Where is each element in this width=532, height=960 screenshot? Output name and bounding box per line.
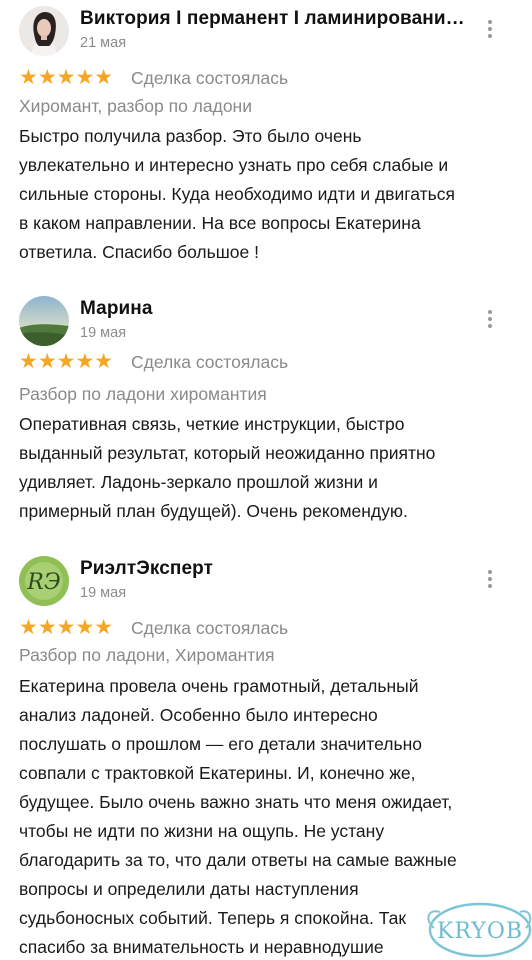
deal-status: Сделка состоялась	[131, 352, 289, 372]
watermark-logo: KRYOB	[420, 890, 532, 960]
star-rating: ★★★★★	[19, 350, 114, 373]
rating-row: ★★★★★ Сделка состоялась	[19, 66, 499, 90]
service-name: Хиромант, разбор по ладони	[19, 96, 252, 116]
svg-text:RЭ: RЭ	[26, 570, 60, 595]
reviewer-name[interactable]: Виктория I перманент I ламинировани…	[80, 8, 465, 30]
review-text: Быстро получила разбор. Это было очень у…	[19, 126, 455, 262]
more-options-icon[interactable]	[482, 20, 498, 42]
star-rating: ★★★★★	[19, 616, 114, 639]
reviewer-name[interactable]: РиэлтЭксперт	[80, 558, 213, 580]
review-date: 19 мая	[80, 585, 127, 601]
avatar[interactable]: RЭ	[19, 556, 69, 606]
service-name: Разбор по ладони, Хиромантия	[19, 645, 275, 665]
woman-portrait-icon	[19, 6, 69, 56]
rating-row: ★★★★★ Сделка состоялась	[19, 350, 499, 374]
review-header: RЭ РиэлтЭксперт 19 мая	[0, 550, 532, 612]
review-header: Марина 19 мая	[0, 290, 532, 352]
avatar[interactable]	[19, 296, 69, 346]
landscape-icon	[19, 296, 69, 346]
review-text: Оперативная связь, четкие инструкции, бы…	[19, 414, 436, 521]
review-header: Виктория I перманент I ламинировани… 21 …	[0, 0, 532, 62]
service-name: Разбор по ладони хиромантия	[19, 384, 267, 404]
monogram-logo-icon: RЭ	[19, 556, 69, 606]
review-date: 19 мая	[80, 325, 127, 341]
deal-status: Сделка состоялась	[131, 618, 289, 638]
star-rating: ★★★★★	[19, 66, 114, 89]
more-options-icon[interactable]	[482, 570, 498, 592]
more-options-icon[interactable]	[482, 310, 498, 332]
watermark-text: KRYOB	[437, 919, 523, 944]
reviewer-name[interactable]: Марина	[80, 298, 153, 320]
review-date: 21 мая	[80, 35, 127, 51]
rating-row: ★★★★★ Сделка состоялась	[19, 616, 499, 640]
deal-status: Сделка состоялась	[131, 68, 289, 88]
avatar[interactable]	[19, 6, 69, 56]
